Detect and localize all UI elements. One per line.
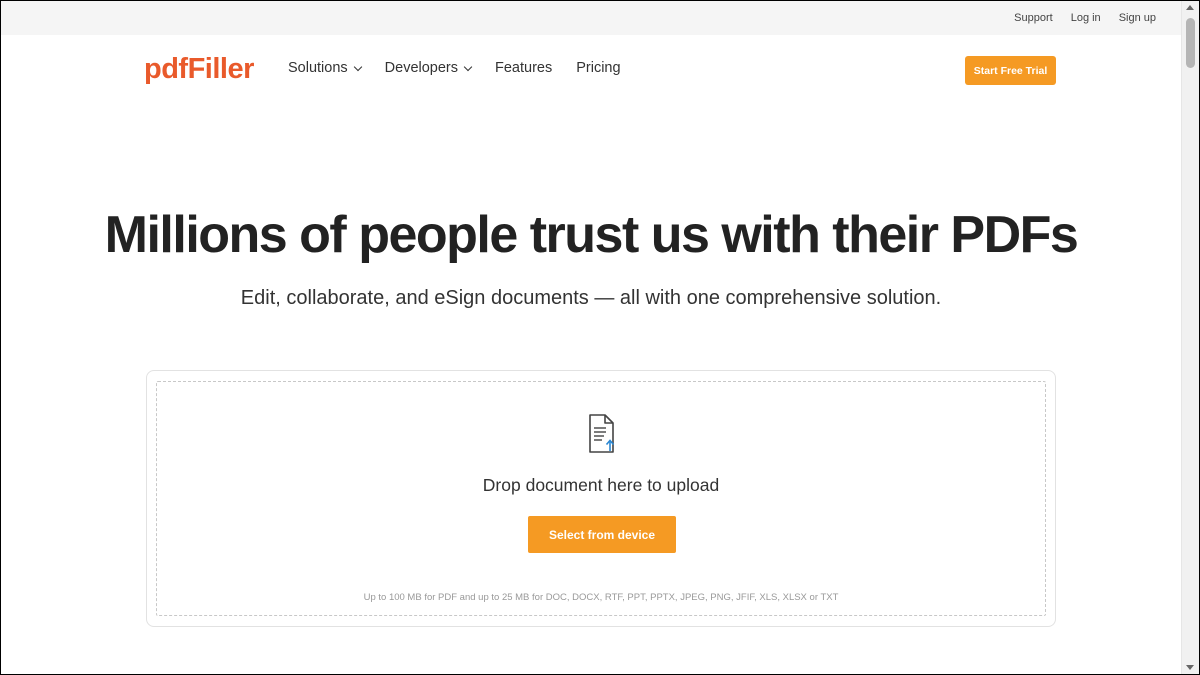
- login-link[interactable]: Log in: [1071, 12, 1101, 24]
- nav-item-features[interactable]: Features: [495, 60, 552, 76]
- select-from-device-button[interactable]: Select from device: [528, 516, 676, 553]
- nav-item-developers[interactable]: Developers: [384, 60, 473, 76]
- file-limits-note: Up to 100 MB for PDF and up to 25 MB for…: [363, 592, 839, 603]
- nav-item-label: Solutions: [288, 60, 348, 76]
- nav-item-label: Developers: [384, 60, 458, 76]
- utility-bar: Support Log in Sign up: [1, 1, 1181, 35]
- vertical-scrollbar[interactable]: [1181, 1, 1199, 674]
- signup-link[interactable]: Sign up: [1119, 12, 1156, 24]
- pdffiller-logo[interactable]: pdfFiller: [144, 53, 254, 86]
- chevron-down-icon: [353, 62, 362, 71]
- scroll-down-icon[interactable]: [1186, 665, 1194, 670]
- nav-item-solutions[interactable]: Solutions: [288, 60, 362, 76]
- upload-area[interactable]: Drop document here to upload Select from…: [146, 370, 1056, 627]
- support-link[interactable]: Support: [1014, 12, 1053, 24]
- browser-page: Support Log in Sign up pdfFiller Solutio…: [0, 0, 1200, 675]
- drop-instruction: Drop document here to upload: [482, 475, 720, 495]
- nav-item-pricing[interactable]: Pricing: [576, 60, 620, 76]
- start-free-trial-button[interactable]: Start Free Trial: [965, 56, 1056, 85]
- scroll-up-icon[interactable]: [1186, 5, 1194, 10]
- scroll-thumb[interactable]: [1186, 18, 1195, 68]
- nav-item-label: Features: [495, 60, 553, 76]
- main-nav: Solutions Developers Features Pricing: [288, 60, 645, 76]
- document-upload-icon: [589, 414, 615, 453]
- main-header: pdfFiller Solutions Developers Features …: [1, 35, 1181, 105]
- nav-item-label: Pricing: [576, 60, 621, 76]
- chevron-down-icon: [463, 62, 473, 71]
- page-title: Millions of people trust us with their P…: [104, 206, 1079, 264]
- page-subtitle: Edit, collaborate, and eSign documents —…: [240, 287, 942, 309]
- drop-zone[interactable]: Drop document here to upload Select from…: [156, 381, 1046, 616]
